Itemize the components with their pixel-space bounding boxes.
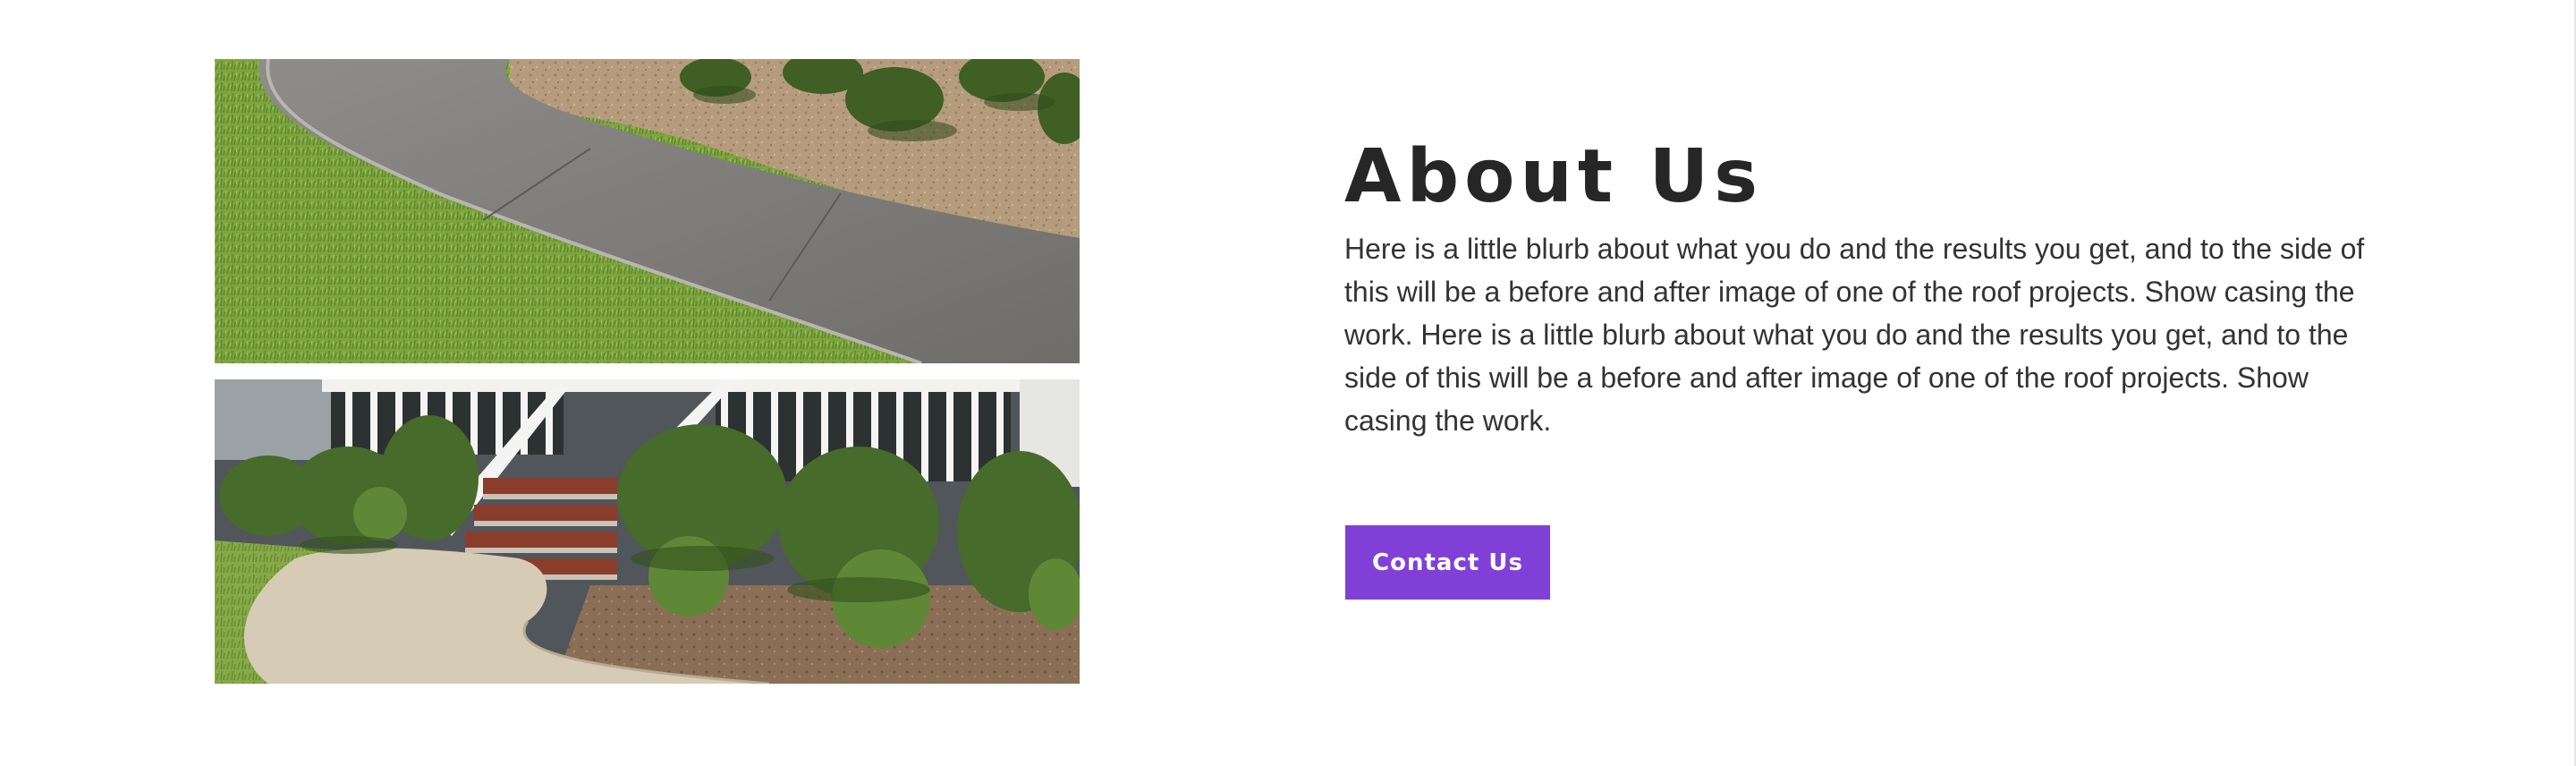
about-description: Here is a little blurb about what you do… <box>1344 233 2365 437</box>
after-image <box>215 379 1080 684</box>
about-heading: About Us <box>1344 134 1764 219</box>
contact-us-button[interactable]: Contact Us <box>1345 525 1550 600</box>
before-image <box>215 59 1080 363</box>
about-section: About Us Here is a little blurb about wh… <box>1344 134 2382 442</box>
porch-shrubs-photo <box>215 379 1080 684</box>
lawn-sidewalk-photo <box>215 59 1080 363</box>
